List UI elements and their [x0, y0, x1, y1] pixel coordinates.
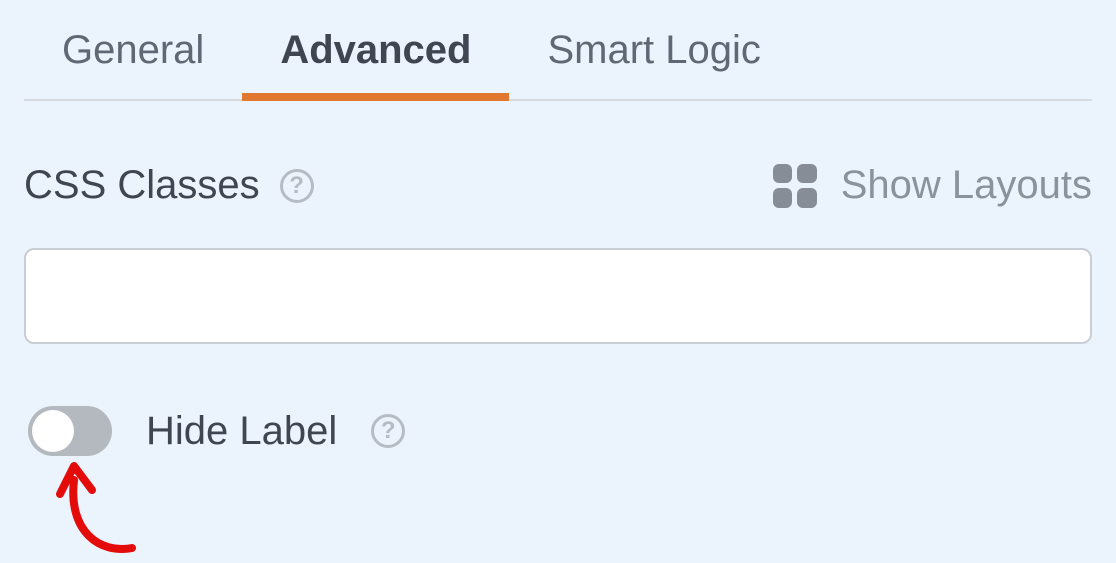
tab-general[interactable]: General: [24, 12, 242, 101]
help-icon[interactable]: ?: [371, 414, 405, 448]
tabs: General Advanced Smart Logic: [24, 0, 1092, 101]
css-classes-label: CSS Classes: [24, 163, 260, 208]
hide-label-text: Hide Label: [146, 409, 337, 454]
show-layouts-button[interactable]: Show Layouts: [773, 163, 1092, 208]
help-icon[interactable]: ?: [280, 169, 314, 203]
grid-icon: [773, 164, 817, 208]
tab-smart-logic[interactable]: Smart Logic: [509, 12, 798, 101]
tab-advanced[interactable]: Advanced: [242, 12, 509, 101]
show-layouts-label: Show Layouts: [841, 163, 1092, 208]
hide-label-toggle[interactable]: [28, 406, 112, 456]
hide-label-row: Hide Label ?: [24, 406, 1092, 456]
css-classes-section: CSS Classes ? Show Layouts: [24, 101, 1092, 344]
toggle-knob: [32, 410, 74, 452]
annotation-arrow: [40, 450, 170, 560]
css-classes-input[interactable]: [24, 248, 1092, 344]
